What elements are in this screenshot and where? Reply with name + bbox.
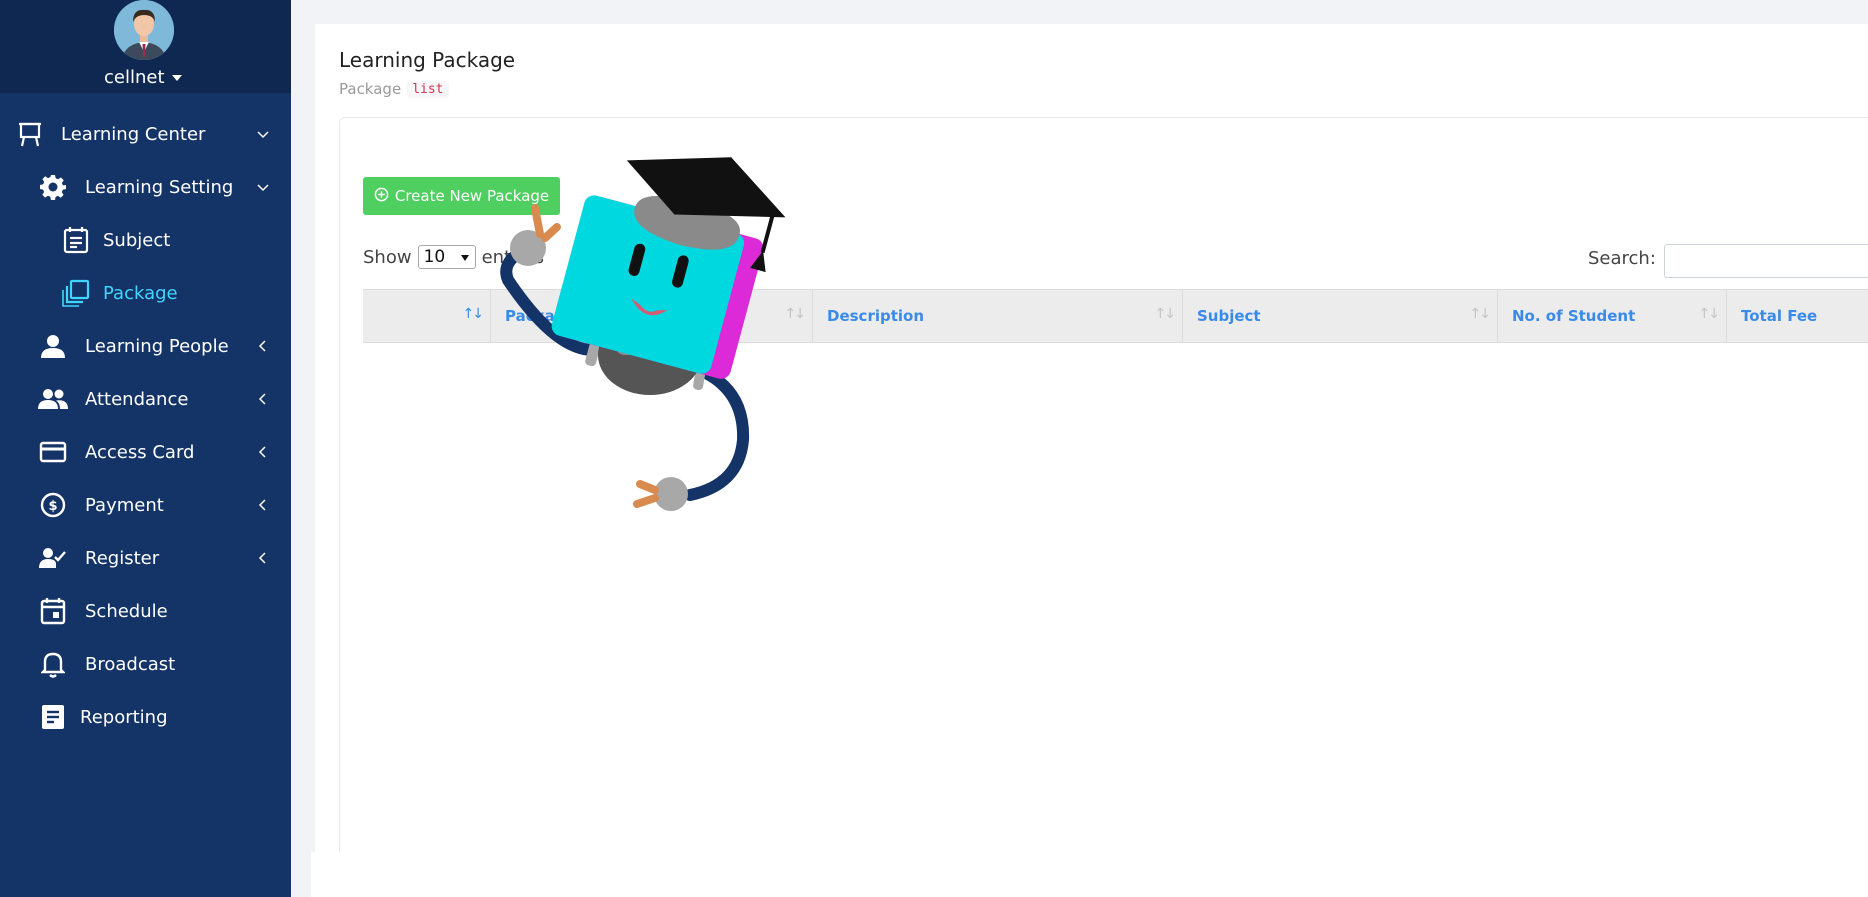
user-panel: cellnet xyxy=(0,0,291,93)
column-header-subject[interactable]: Subject ↑↓ xyxy=(1183,290,1498,342)
graduate-robot-mascot xyxy=(495,140,835,520)
person-check-icon xyxy=(38,543,68,573)
chevron-left-icon xyxy=(255,497,271,513)
sort-icon: ↑↓ xyxy=(462,306,485,322)
svg-text:$: $ xyxy=(48,499,57,514)
sidebar-item-subject[interactable]: Subject xyxy=(0,215,291,265)
page-title: Learning Package xyxy=(339,48,516,72)
sidebar-item-label: Package xyxy=(103,282,178,304)
chevron-down-icon xyxy=(255,179,271,195)
top-bar xyxy=(291,0,1868,24)
credit-card-icon xyxy=(38,437,68,467)
sidebar-item-schedule[interactable]: Schedule xyxy=(0,586,291,636)
column-header-description[interactable]: Description ↑↓ xyxy=(813,290,1183,342)
column-header-total-fee[interactable]: Total Fee xyxy=(1727,290,1868,342)
sidebar-item-label: Reporting xyxy=(80,706,168,728)
calendar-event-icon xyxy=(38,596,68,626)
chevron-left-icon xyxy=(255,550,271,566)
sidebar-item-label: Learning Center xyxy=(61,123,206,145)
bell-icon xyxy=(38,649,68,679)
user-menu-caret-icon[interactable] xyxy=(172,75,182,81)
chevron-left-icon xyxy=(255,338,271,354)
subtitle-text: Package xyxy=(339,80,402,98)
page-size-value: 10 xyxy=(423,247,446,267)
chevron-down-icon xyxy=(255,126,271,142)
person-icon xyxy=(38,331,68,361)
sidebar-item-label: Attendance xyxy=(85,388,189,410)
sidebar-item-learning-people[interactable]: Learning People xyxy=(0,321,291,371)
column-header-no-of-student[interactable]: No. of Student ↑↓ xyxy=(1498,290,1727,342)
avatar[interactable] xyxy=(114,0,174,60)
sidebar-item-label: Subject xyxy=(103,229,171,251)
sidebar-item-access-card[interactable]: Access Card xyxy=(0,427,291,477)
sort-icon: ↑↓ xyxy=(1154,306,1177,322)
sidebar-item-label: Learning People xyxy=(85,335,229,357)
show-label: Show xyxy=(363,246,412,268)
layers-icon xyxy=(61,278,91,308)
chevron-left-icon xyxy=(255,444,271,460)
gear-icon xyxy=(38,172,68,202)
sidebar-item-payment[interactable]: $ Payment xyxy=(0,480,291,530)
presentation-board-icon xyxy=(15,119,45,149)
calendar-note-icon xyxy=(61,225,91,255)
sidebar-item-label: Payment xyxy=(85,494,164,516)
sidebar-item-reporting[interactable]: Reporting xyxy=(0,692,291,742)
subtitle-code: list xyxy=(407,80,449,98)
sidebar-item-label: Learning Setting xyxy=(85,176,234,198)
sidebar-item-label: Register xyxy=(85,547,160,569)
column-header-index[interactable]: ↑↓ xyxy=(363,290,491,342)
sidebar-item-attendance[interactable]: Attendance xyxy=(0,374,291,424)
sidebar-item-learning-setting[interactable]: Learning Setting xyxy=(0,162,291,212)
sidebar-item-learning-center[interactable]: Learning Center xyxy=(0,109,291,159)
plus-circle-icon xyxy=(374,187,389,206)
search-input[interactable] xyxy=(1664,244,1868,278)
breadcrumb: Package list xyxy=(339,80,449,98)
dollar-circle-icon: $ xyxy=(38,490,68,520)
people-icon xyxy=(38,384,68,414)
sidebar-item-label: Broadcast xyxy=(85,653,176,675)
sidebar-item-label: Access Card xyxy=(85,441,195,463)
sidebar: cellnet Learning Center Learning Setting xyxy=(0,0,291,897)
chevron-left-icon xyxy=(255,391,271,407)
footer-area xyxy=(311,852,1868,897)
username[interactable]: cellnet xyxy=(104,67,165,88)
sidebar-item-register[interactable]: Register xyxy=(0,533,291,583)
dropdown-caret-icon xyxy=(460,255,469,261)
sidebar-item-label: Schedule xyxy=(85,600,168,622)
search-label: Search: xyxy=(1588,248,1656,269)
sort-icon: ↑↓ xyxy=(1469,306,1492,322)
document-list-icon xyxy=(38,702,68,732)
sidebar-item-package[interactable]: Package xyxy=(0,268,291,318)
page-size-select[interactable]: 10 xyxy=(417,245,476,269)
sort-icon: ↑↓ xyxy=(1698,306,1721,322)
sidebar-item-broadcast[interactable]: Broadcast xyxy=(0,639,291,689)
